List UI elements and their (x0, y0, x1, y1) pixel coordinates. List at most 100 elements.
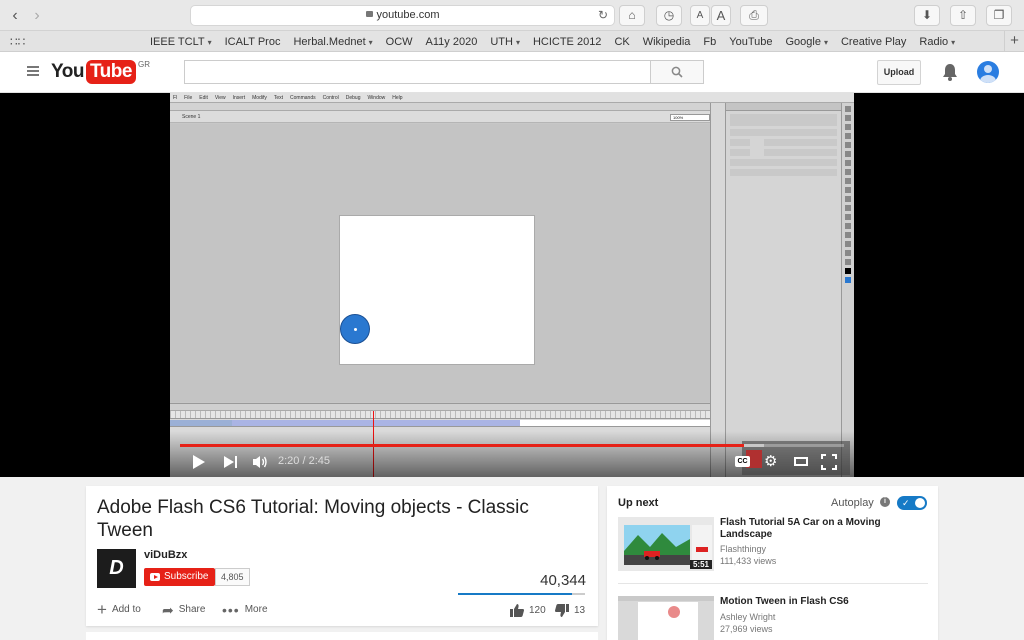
share-sheet-button[interactable]: ⇧ (950, 5, 976, 26)
bookmark-item[interactable]: HCICTE 2012 (533, 36, 601, 48)
play-button[interactable] (191, 454, 205, 470)
downloads-button[interactable]: ⬇ (914, 5, 940, 26)
bookmark-item[interactable]: Creative Play (841, 36, 906, 48)
settings-gear-icon[interactable]: ⚙ (764, 454, 779, 469)
thumbs-down-icon (555, 604, 569, 617)
bookmark-item[interactable]: Wikipedia (643, 36, 691, 48)
bookmark-item[interactable]: IEEE TCLT ▾ (150, 36, 212, 48)
info-icon[interactable]: i (880, 497, 890, 507)
video-thumbnail[interactable]: 5:51 (618, 517, 714, 571)
search-input[interactable] (184, 60, 651, 84)
channel-name[interactable]: viDuBzx (144, 549, 187, 561)
search-button[interactable] (650, 60, 704, 84)
bookmark-item[interactable]: Google ▾ (785, 36, 828, 48)
bookmark-item[interactable]: YouTube (729, 36, 772, 48)
bookmark-item[interactable]: Herbal.Mednet ▾ (293, 36, 372, 48)
print-button[interactable]: ⎙ (740, 5, 768, 26)
channel-avatar[interactable]: D (97, 549, 136, 588)
bookmark-item[interactable]: OCW (386, 36, 413, 48)
bell-icon[interactable] (942, 63, 958, 81)
flash-toolbox (842, 103, 854, 477)
grid-icon[interactable]: ∷∷ (10, 35, 25, 49)
region-label: GR (137, 59, 150, 69)
bookmark-label: Herbal.Mednet (293, 35, 366, 48)
subscribe-button[interactable]: Subscribe (144, 568, 216, 586)
video-thumbnail[interactable] (618, 596, 714, 640)
volume-icon[interactable] (252, 454, 268, 470)
captions-button[interactable]: CC (735, 456, 750, 467)
history-button[interactable]: ◷ (656, 5, 682, 26)
reload-icon[interactable]: ↻ (598, 6, 608, 25)
bookmark-label: UTH (490, 35, 513, 48)
recommendation-item[interactable]: Motion Tween in Flash CS6 Ashley Wright … (618, 596, 928, 640)
upload-button[interactable]: Upload (877, 60, 921, 85)
flash-zoom: 100% (670, 114, 710, 121)
view-count: 40,344 (540, 572, 586, 589)
forward-button[interactable]: › (26, 6, 48, 26)
fullscreen-button[interactable] (821, 454, 837, 470)
menu-icon[interactable] (27, 66, 39, 76)
recommendation-views: 111,433 views (720, 556, 777, 566)
font-smaller-button[interactable]: A (690, 5, 710, 26)
video-title: Adobe Flash CS6 Tutorial: Moving objects… (97, 497, 529, 541)
bookmark-label: Fb (703, 35, 717, 48)
flash-stage (339, 215, 535, 365)
flash-panel-icons (710, 103, 726, 477)
flash-scene-bar: Scene 1 (170, 111, 710, 123)
bookmark-item[interactable]: Fb (703, 36, 716, 48)
address-bar[interactable]: youtube.com ↻ (190, 5, 615, 26)
motion-tween-thumbnail (618, 596, 714, 640)
flash-menu-item: Debug (345, 95, 361, 101)
video-info-card: Adobe Flash CS6 Tutorial: Moving objects… (86, 486, 598, 626)
chevron-down-icon: ▾ (515, 37, 520, 47)
flash-menubar: Fl File Edit View Insert Modify Text Commands Co… (170, 93, 854, 103)
progress-bar[interactable] (180, 444, 844, 447)
recommendation-views: 27,969 views (720, 624, 773, 634)
bookmark-label: Radio (919, 35, 949, 48)
home-button[interactable]: ⌂ (619, 5, 645, 26)
tabs-button[interactable]: ❐ (986, 5, 1012, 26)
like-button[interactable]: 120 (510, 604, 546, 617)
youtube-masthead: You Tube GR Upload (0, 52, 1024, 93)
recommendation-title[interactable]: Motion Tween in Flash CS6 (720, 596, 920, 608)
flash-menu-item: Control (322, 95, 339, 101)
up-next-panel: Up next Autoplay i ✓ 5:51 Flash Tutorial… (607, 486, 938, 640)
bookmark-label: CK (614, 35, 630, 48)
flash-menu-item: Fl (173, 95, 178, 101)
url-text: youtube.com (376, 9, 440, 21)
add-bookmark-button[interactable]: + (1004, 31, 1024, 52)
like-count: 120 (529, 605, 546, 616)
bookmark-label: Creative Play (840, 35, 907, 48)
timeline-layer (170, 420, 710, 427)
bookmark-label: OCW (385, 35, 413, 48)
flash-menu-item: Insert (232, 95, 246, 101)
autoplay-toggle[interactable]: ✓ (897, 496, 927, 510)
plus-icon: + (97, 599, 107, 619)
dislike-count: 13 (574, 605, 586, 616)
video-player[interactable]: Fl File Edit View Insert Modify Text Commands Co… (0, 93, 1024, 477)
account-avatar[interactable] (977, 61, 999, 83)
add-to-button[interactable]: + Add to (97, 599, 141, 619)
chevron-down-icon: ▾ (207, 37, 212, 47)
recommendation-item[interactable]: 5:51 Flash Tutorial 5A Car on a Moving L… (618, 517, 928, 575)
bookmark-label: IEEE TCLT (150, 35, 205, 48)
share-button[interactable]: ➦ Share (162, 601, 205, 618)
dislike-button[interactable]: 13 (555, 604, 585, 617)
bookmark-item[interactable]: CK (614, 36, 629, 48)
bookmark-item[interactable]: UTH ▾ (490, 36, 520, 48)
video-frame[interactable]: Fl File Edit View Insert Modify Text Commands Co… (170, 93, 854, 477)
font-larger-button[interactable]: A (711, 5, 731, 26)
share-icon: ➦ (162, 601, 174, 618)
theater-mode-button[interactable] (794, 457, 808, 466)
bookmark-item[interactable]: ICALT Proc (225, 36, 281, 48)
bookmark-item[interactable]: Radio ▾ (919, 36, 955, 48)
bookmark-label: ICALT Proc (224, 35, 281, 48)
next-button[interactable] (223, 455, 239, 469)
bookmark-item[interactable]: A11y 2020 (426, 36, 478, 48)
bookmark-label: HCICTE 2012 (532, 35, 602, 48)
recommendation-title[interactable]: Flash Tutorial 5A Car on a Moving Landsc… (720, 517, 920, 541)
more-button[interactable]: ••• More (222, 603, 268, 617)
bookmarks-bar: ∷∷ IEEE TCLT ▾ ICALT Proc Herbal.Mednet ▾ OCW… (0, 31, 1024, 52)
youtube-logo[interactable]: You Tube GR (51, 59, 150, 85)
back-button[interactable]: ‹ (4, 6, 26, 26)
